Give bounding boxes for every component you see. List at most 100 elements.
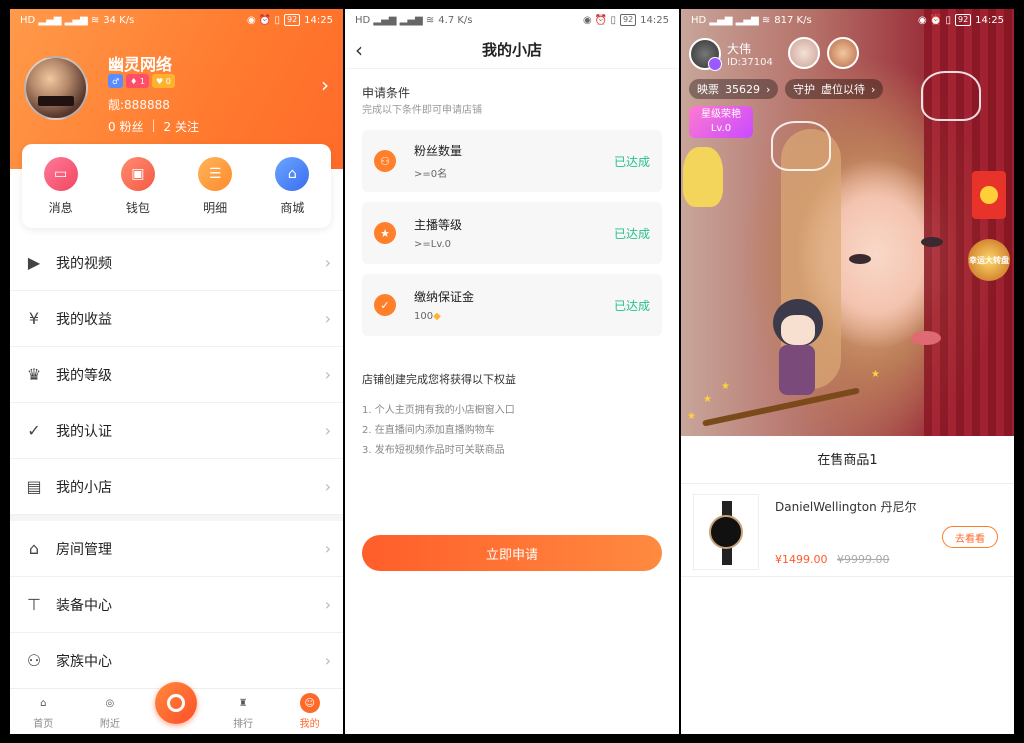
apply-button[interactable]: 立即申请 (362, 535, 662, 571)
star-icon: ★ (687, 411, 696, 422)
vip-badge: ♥ 0 (151, 74, 175, 88)
status-bar: HD ▂▄▆ ▂▄▆ ≋ 4.7 K/s ◉ ⏰ ▯ 92 14:25 (345, 9, 679, 31)
conditions-title: 申请条件 (362, 86, 411, 100)
page-title: 我的小店 (481, 41, 542, 59)
tab-label: 附近 (99, 719, 120, 730)
quick-messages[interactable]: ▭ 消息 (43, 156, 78, 216)
viewer-avatar[interactable] (827, 37, 859, 69)
menu-label: 我的等级 (56, 367, 112, 384)
following-count[interactable]: 2 关注 (164, 118, 199, 135)
votes-pill[interactable]: 映票 35629 › (689, 79, 779, 99)
product-old-price: ¥9999.00 (837, 553, 890, 566)
star-level-value: Lv.0 (710, 123, 732, 134)
live-video[interactable]: ★ ★ ★ ★ (681, 9, 1014, 436)
menu-label: 我的认证 (56, 423, 112, 440)
users-icon: ⚇ (374, 150, 396, 172)
tab-ranking[interactable]: ♜ 排行 (218, 693, 268, 731)
menu-family-center[interactable]: ⚇ 家族中心 › (10, 633, 343, 689)
menu-label: 我的收益 (56, 311, 112, 328)
plush-toy (683, 147, 723, 207)
menu-label: 我的小店 (56, 479, 112, 496)
tab-label: 排行 (233, 719, 254, 730)
smile-icon: ☺ (299, 693, 320, 713)
quick-details[interactable]: ☰ 明细 (198, 156, 233, 216)
level-icon: ♦ (130, 76, 138, 86)
quick-mall[interactable]: ⌂ 商城 (275, 156, 310, 216)
house-icon: ⌂ (28, 539, 40, 558)
menu-equipment-center[interactable]: ⊤ 装备中心 › (10, 577, 343, 633)
menu-label: 房间管理 (56, 541, 112, 558)
liang-number: 靓:888888 (108, 98, 170, 112)
menu-my-shop[interactable]: ▤ 我的小店 › (10, 459, 343, 515)
quick-label: 消息 (48, 200, 73, 215)
back-icon[interactable]: ‹ (355, 38, 363, 62)
camera-icon (167, 694, 185, 712)
host-info[interactable]: 大伟 ID:37104 (689, 38, 773, 71)
character-body (779, 345, 815, 395)
menu-room-management[interactable]: ⌂ 房间管理 › (10, 521, 343, 577)
fans-count[interactable]: 0 粉丝 (108, 118, 143, 135)
chevron-right-icon: › (324, 651, 331, 670)
go-live-button[interactable] (155, 682, 197, 724)
condition-status: 已达成 (613, 298, 650, 313)
shirt-icon: ⊤ (27, 595, 41, 614)
wallet-icon: ▣ (120, 156, 155, 191)
guard-pill[interactable]: 守护 虚位以待 › (785, 79, 884, 99)
quick-label: 钱包 (125, 200, 150, 215)
menu-my-videos[interactable]: ▶ 我的视频 › (10, 235, 343, 291)
menu-my-level[interactable]: ♛ 我的等级 › (10, 347, 343, 403)
gender-badge: ♂ (108, 74, 124, 88)
red-packet-button[interactable] (972, 171, 1006, 219)
vip-icon: ♥ (155, 76, 164, 86)
tab-label: 首页 (33, 719, 54, 730)
condition-name: 主播等级 (414, 218, 463, 232)
condition-status: 已达成 (613, 154, 650, 169)
viewer-avatar[interactable] (788, 37, 820, 69)
system-icons: ◉ ⏰ ▯ (917, 14, 951, 26)
view-product-button[interactable]: 去看看 (942, 526, 998, 548)
condition-card-deposit: ✓ 缴纳保证金 100◆ 已达成 (362, 274, 662, 336)
menu-label: 家族中心 (56, 653, 112, 670)
shield-check-icon: ✓ (374, 294, 396, 316)
host-avatar[interactable] (689, 38, 722, 71)
signal-icon: HD ▂▄▆ ▂▄▆ ≋ (355, 14, 435, 26)
benefits-title: 店铺创建完成您将获得以下权益 (362, 373, 516, 386)
chevron-right-icon: › (324, 309, 331, 328)
menu-my-earnings[interactable]: ¥ 我的收益 › (10, 291, 343, 347)
quick-actions: ▭ 消息 ▣ 钱包 ☰ 明细 ⌂ 商城 (22, 144, 331, 228)
net-speed: 34 K/s (103, 14, 135, 26)
character-face (781, 315, 815, 345)
star-icon: ★ (721, 381, 730, 392)
tab-home[interactable]: ⌂ 首页 (18, 693, 68, 731)
coin-icon (980, 186, 998, 204)
goods-title: 在售商品1 (817, 453, 878, 468)
benefit-item: 1. 个人主页拥有我的小店橱窗入口 (362, 405, 515, 416)
cat-ear-left (771, 121, 831, 171)
quick-label: 明细 (203, 200, 228, 215)
menu-my-verification[interactable]: ✓ 我的认证 › (10, 403, 343, 459)
tab-mine[interactable]: ☺ 我的 (285, 693, 335, 730)
lucky-wheel-button[interactable]: 幸运大转盘 (968, 239, 1010, 281)
home-icon: ⌂ (40, 697, 47, 709)
status-bar: HD ▂▄▆ ▂▄▆ ≋ 817 K/s ◉ ⏰ ▯ 92 14:25 (681, 9, 1014, 31)
chevron-right-icon: › (324, 253, 331, 272)
divider (681, 576, 1014, 577)
eye (849, 254, 871, 264)
votes-label: 映票 (697, 83, 719, 96)
cat-ear-right (921, 71, 981, 121)
menu-label: 我的视频 (56, 255, 112, 272)
product-item[interactable]: DanielWellington 丹尼尔 ¥1499.00 ¥9999.00 去… (693, 494, 1002, 570)
tab-nearby[interactable]: ◎ 附近 (85, 693, 135, 731)
chevron-right-icon[interactable]: › (321, 73, 329, 97)
chevron-right-icon: › (871, 82, 876, 96)
condition-status: 已达成 (613, 226, 650, 241)
location-icon: ◎ (105, 697, 115, 709)
star-level-badge[interactable]: 星级荣艳 Lv.0 (689, 106, 753, 138)
level-badge-value: 1 (139, 76, 145, 86)
store-icon: ⌂ (275, 156, 310, 191)
guard-label: 守护 (793, 83, 815, 96)
benefit-item: 2. 在直播间内添加直播购物车 (362, 425, 495, 436)
verified-icon: ✓ (27, 421, 41, 440)
avatar[interactable] (24, 56, 88, 120)
quick-wallet[interactable]: ▣ 钱包 (120, 156, 155, 216)
